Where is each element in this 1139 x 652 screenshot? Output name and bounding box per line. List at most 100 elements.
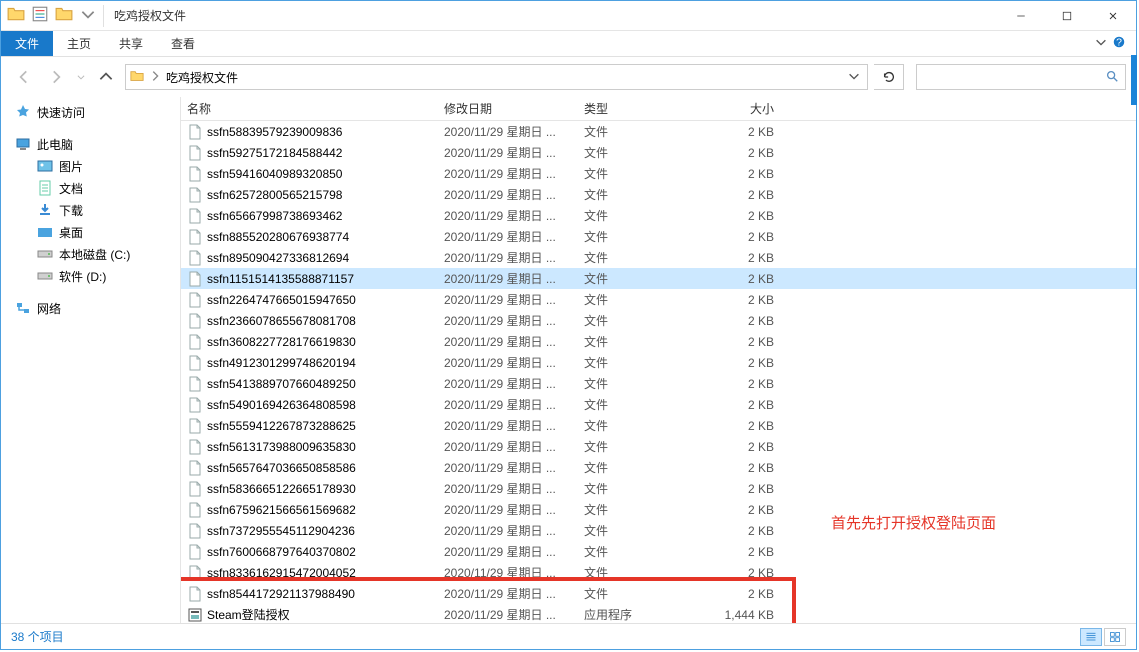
file-date: 2020/11/29 星期日 ... [444,606,584,623]
file-name: ssfn59275172184588442 [207,146,444,160]
file-row[interactable]: ssfn58366651226651789302020/11/29 星期日 ..… [181,478,1136,499]
file-row[interactable]: ssfn594160409893208502020/11/29 星期日 ...文… [181,163,1136,184]
file-row[interactable]: ssfn76006687976403708022020/11/29 星期日 ..… [181,541,1136,562]
file-row[interactable]: ssfn588395792390098362020/11/29 星期日 ...文… [181,121,1136,142]
file-row[interactable]: Steam登陆授权2020/11/29 星期日 ...应用程序1,444 KB [181,604,1136,623]
properties-icon[interactable] [31,5,49,26]
pc-icon [15,136,31,152]
nav-quick-access[interactable]: 快速访问 [1,101,180,123]
file-name: ssfn65667998738693462 [207,209,444,223]
col-type[interactable]: 类型 [584,100,704,117]
nav-item-pic[interactable]: 图片 [1,155,180,177]
folder-icon [130,69,144,86]
disk-icon [37,246,53,262]
nav-this-pc[interactable]: 此电脑 [1,133,180,155]
file-row[interactable]: ssfn56131739880096358302020/11/29 星期日 ..… [181,436,1136,457]
minimize-button[interactable] [998,1,1044,31]
ribbon-tab-share[interactable]: 共享 [105,31,157,56]
nav-item-desk[interactable]: 桌面 [1,221,180,243]
file-row[interactable]: ssfn49123012997486201942020/11/29 星期日 ..… [181,352,1136,373]
desk-icon [37,224,53,240]
file-row[interactable]: ssfn56576470366508585862020/11/29 星期日 ..… [181,457,1136,478]
help-icon[interactable] [1112,35,1126,52]
file-row[interactable]: ssfn36082277281766198302020/11/29 星期日 ..… [181,331,1136,352]
file-type: 文件 [584,354,704,371]
file-row[interactable]: ssfn11515141355888711572020/11/29 星期日 ..… [181,268,1136,289]
file-name: ssfn7600668797640370802 [207,545,444,559]
file-size: 1,444 KB [704,608,774,622]
file-date: 2020/11/29 星期日 ... [444,438,584,455]
file-name: ssfn58839579239009836 [207,125,444,139]
chevron-right-icon[interactable] [148,69,162,86]
file-row[interactable]: ssfn83361629154720040522020/11/29 星期日 ..… [181,562,1136,583]
file-size: 2 KB [704,125,774,139]
file-type: 文件 [584,207,704,224]
file-type: 文件 [584,522,704,539]
file-row[interactable]: ssfn592751721845884422020/11/29 星期日 ...文… [181,142,1136,163]
file-size: 2 KB [704,188,774,202]
breadcrumb-segment[interactable]: 吃鸡授权文件 [166,69,242,86]
file-icon [187,523,207,539]
file-icon [187,271,207,287]
file-date: 2020/11/29 星期日 ... [444,228,584,245]
col-size[interactable]: 大小 [704,100,774,117]
file-row[interactable]: ssfn55594122678732886252020/11/29 星期日 ..… [181,415,1136,436]
file-size: 2 KB [704,377,774,391]
folder-small-icon[interactable] [55,5,73,26]
search-input[interactable] [916,64,1126,90]
file-date: 2020/11/29 星期日 ... [444,543,584,560]
file-type: 文件 [584,501,704,518]
maximize-button[interactable] [1044,1,1090,31]
view-details-button[interactable] [1080,628,1102,646]
file-icon [187,481,207,497]
ribbon-expand-icon[interactable] [1094,35,1108,52]
file-row[interactable]: ssfn656679987386934622020/11/29 星期日 ...文… [181,205,1136,226]
file-date: 2020/11/29 星期日 ... [444,585,584,602]
file-row[interactable]: ssfn23660786556780817082020/11/29 星期日 ..… [181,310,1136,331]
back-button[interactable] [11,64,37,90]
qat-dropdown-icon[interactable] [79,5,97,26]
up-button[interactable] [93,64,119,90]
breadcrumb[interactable]: 吃鸡授权文件 [125,64,868,90]
nav-item-dl[interactable]: 下载 [1,199,180,221]
nav-item-disk[interactable]: 软件 (D:) [1,265,180,287]
file-row[interactable]: ssfn88552028067693877​42020/11/29 星期日 ..… [181,226,1136,247]
file-icon [187,544,207,560]
col-date[interactable]: 修改日期 [444,100,584,117]
file-type: 文件 [584,417,704,434]
close-button[interactable] [1090,1,1136,31]
file-date: 2020/11/29 星期日 ... [444,354,584,371]
address-dropdown-icon[interactable] [841,69,867,86]
view-thumbnails-button[interactable] [1104,628,1126,646]
recent-dropdown-icon[interactable] [75,64,87,90]
file-row[interactable]: ssfn625728005652157982020/11/29 星期日 ...文… [181,184,1136,205]
file-size: 2 KB [704,461,774,475]
file-date: 2020/11/29 星期日 ... [444,186,584,203]
file-row[interactable]: ssfn54138897076604892502020/11/29 星期日 ..… [181,373,1136,394]
network-icon [15,300,31,316]
file-type: 文件 [584,312,704,329]
refresh-button[interactable] [874,64,904,90]
file-row[interactable]: ssfn54901694263648085982020/11/29 星期日 ..… [181,394,1136,415]
ribbon-tab-home[interactable]: 主页 [53,31,105,56]
ribbon-tab-view[interactable]: 查看 [157,31,209,56]
file-icon [187,250,207,266]
file-date: 2020/11/29 星期日 ... [444,396,584,413]
nav-item-doc[interactable]: 文档 [1,177,180,199]
nav-item-disk[interactable]: 本地磁盘 (C:) [1,243,180,265]
file-icon [187,145,207,161]
ribbon-file-tab[interactable]: 文件 [1,31,53,56]
file-date: 2020/11/29 星期日 ... [444,207,584,224]
file-row[interactable]: ssfn8950904273368126942020/11/29 星期日 ...… [181,247,1136,268]
file-row[interactable]: ssfn85441729211379884902020/11/29 星期日 ..… [181,583,1136,604]
nav-label: 图片 [59,158,83,175]
nav-label: 桌面 [59,224,83,241]
file-name: ssfn5413889707660489250 [207,377,444,391]
file-list[interactable]: ssfn588395792390098362020/11/29 星期日 ...文… [181,121,1136,623]
forward-button[interactable] [43,64,69,90]
nav-network[interactable]: 网络 [1,297,180,319]
col-name[interactable]: 名称 [187,100,444,117]
file-row[interactable]: ssfn22647476650159476502020/11/29 星期日 ..… [181,289,1136,310]
file-name: ssfn62572800565215798 [207,188,444,202]
file-type: 文件 [584,186,704,203]
